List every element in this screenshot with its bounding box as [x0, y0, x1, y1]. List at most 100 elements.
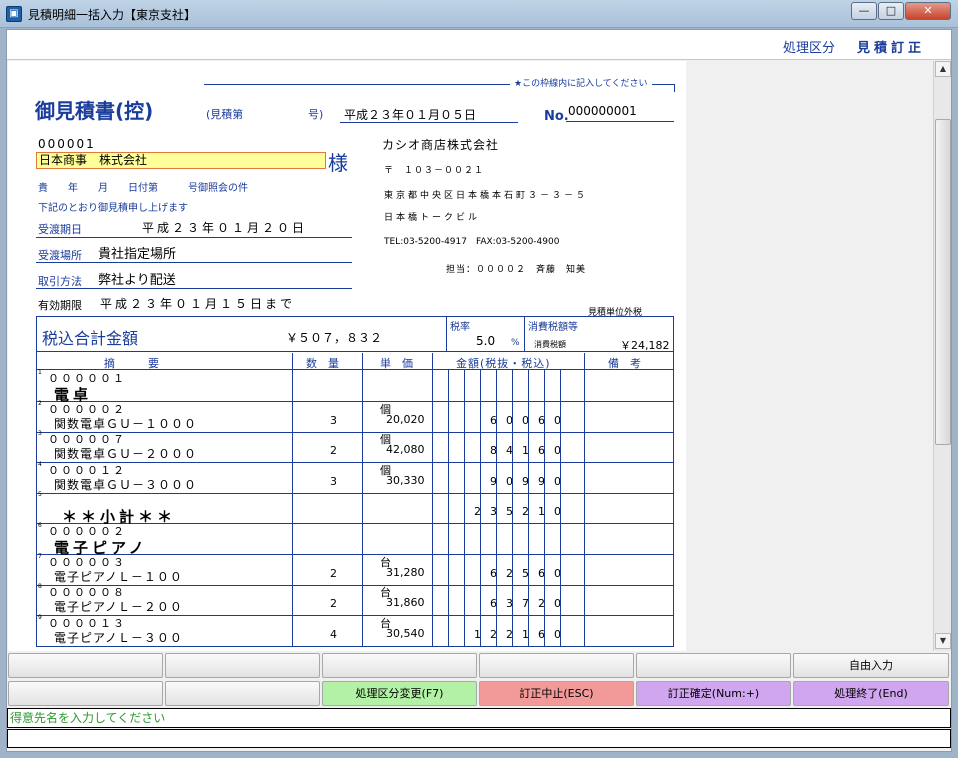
fkey-1-1[interactable] [8, 653, 163, 678]
mode-value: 見積訂正 [857, 41, 926, 56]
total-value: ￥５０７，８３２ [286, 331, 383, 345]
company-address1: 東京都中央区日本橋本石町３－３－５ [384, 191, 589, 201]
column-line [496, 370, 497, 647]
minimize-button[interactable]: — [851, 2, 877, 20]
header-price: 単 価 [380, 357, 413, 370]
row-price[interactable]: 31,860 [386, 596, 425, 609]
change-mode-button[interactable]: 処理区分変更(F7) [322, 681, 477, 706]
valid-value[interactable]: 平成２３年０１月１５日まで [100, 295, 295, 312]
row-item-name[interactable]: 電子ピアノＬ－２００ [54, 598, 183, 615]
window-title: 見積明細一括入力【東京支社】 [28, 8, 197, 22]
maximize-button[interactable]: □ [878, 2, 904, 20]
column-line [512, 370, 513, 647]
sama-label: 様 [328, 151, 348, 175]
row-price[interactable]: 30,330 [386, 474, 425, 487]
customer-code[interactable]: 000001 [38, 137, 96, 151]
tax-label: 消費税額等 [528, 322, 578, 333]
mode-label: 処理区分 [783, 41, 836, 56]
fkey-1-5[interactable] [636, 653, 791, 678]
row-qty[interactable]: 4 [330, 628, 337, 641]
row-qty[interactable]: 2 [330, 597, 337, 610]
row-index: 3 [38, 430, 42, 437]
tax-rate-label: 税率 [450, 322, 470, 333]
fkey-2-1[interactable] [8, 681, 163, 706]
column-line [432, 353, 433, 646]
row-item-name[interactable]: 電子ピアノＬ－１００ [54, 568, 183, 585]
row-price[interactable]: 42,080 [386, 443, 425, 456]
greeting-text: 下記のとおり御見積申し上げます [38, 203, 188, 214]
tax-rate-value[interactable]: 5.0 [476, 334, 495, 348]
row-index: 8 [38, 583, 42, 590]
column-line [544, 370, 545, 647]
column-line [464, 370, 465, 647]
confirm-correction-button[interactable]: 訂正確定(Num:+) [636, 681, 791, 706]
method-label: 取引方法 [38, 275, 82, 288]
close-button[interactable]: ✕ [905, 2, 951, 20]
mode-bar: 処理区分 見積訂正 [7, 30, 951, 60]
fkey-2-2[interactable] [165, 681, 320, 706]
fkey-1-4[interactable] [479, 653, 634, 678]
company-zip: 〒 １０３－００２１ [384, 166, 485, 176]
estimate-number[interactable]: 000000001 [568, 104, 637, 118]
row-qty[interactable]: 3 [330, 475, 337, 488]
estimate-no-prefix: (見積第 [206, 108, 244, 121]
scroll-thumb[interactable] [935, 119, 951, 445]
status-line-2 [7, 729, 951, 748]
header-remarks: 備 考 [608, 357, 641, 370]
column-line [480, 370, 481, 647]
column-line [292, 353, 293, 646]
row-price[interactable]: 30,540 [386, 627, 425, 640]
total-label: 税込合計金額 [42, 329, 139, 348]
row-price[interactable]: 31,280 [386, 566, 425, 579]
column-line [560, 370, 561, 647]
row-index: 5 [38, 491, 42, 498]
row-index: 6 [38, 522, 42, 529]
vertical-scrollbar[interactable]: ▲ ▼ [933, 61, 951, 651]
reference-line: 貴 年 月 日付第 号御照会の件 [38, 183, 248, 194]
row-index: 7 [38, 553, 42, 560]
fkey-1-2[interactable] [165, 653, 320, 678]
row-item-name[interactable]: 関数電卓ＧＵ－２０００ [54, 445, 197, 462]
row-index: 9 [38, 614, 42, 621]
valid-label: 有効期限 [38, 299, 82, 312]
row-index: 1 [38, 369, 42, 376]
place-value[interactable]: 貴社指定場所 [98, 243, 176, 262]
fill-notice: ★この枠線内に記入してください [510, 76, 652, 89]
doc-title: 御見積書(控) [35, 99, 154, 123]
row-item-name[interactable]: 電子ピアノＬ－３００ [54, 629, 183, 646]
company-name: カシオ商店株式会社 [382, 138, 500, 152]
company-address2: 日本橋トークビル [384, 213, 481, 223]
estimate-date[interactable]: 平成２３年０１月０５日 [344, 106, 476, 123]
column-line [528, 370, 529, 647]
customer-name-input[interactable]: 日本商事 株式会社 [36, 152, 326, 169]
delivery-date-value[interactable]: 平成２３年０１月２０日 [142, 219, 307, 236]
scroll-up-arrow[interactable]: ▲ [935, 61, 951, 77]
row-qty[interactable]: 2 [330, 567, 337, 580]
row-qty[interactable]: 3 [330, 414, 337, 427]
company-staff: 担当：００００２ 斉藤 知美 [446, 265, 587, 275]
company-tel-fax: TEL:03-5200-4917 FAX:03-5200-4900 [384, 237, 560, 247]
header-amount: 金額(税抜・税込) [456, 357, 551, 370]
row-item-name[interactable]: 関数電卓ＧＵ－３０００ [54, 476, 197, 493]
row-qty[interactable]: 2 [330, 444, 337, 457]
row-price[interactable]: 20,020 [386, 413, 425, 426]
table-row[interactable] [36, 370, 674, 402]
estimate-sheet: ★この枠線内に記入してください 御見積書(控) (見積第 号) 平成２３年０１月… [8, 61, 686, 651]
status-message: 得意先名を入力してください [7, 708, 951, 728]
tax-sub-label: 消費税額 [534, 340, 566, 349]
header-tekiyo: 摘 要 [104, 357, 159, 370]
main-client: 処理区分 見積訂正 ★この枠線内に記入してください 御見積書(控) (見積第 号… [6, 29, 952, 752]
free-input-button[interactable]: 自由入力 [793, 653, 949, 678]
column-line [362, 353, 363, 646]
row-index: 2 [38, 400, 42, 407]
column-line [584, 353, 585, 646]
end-process-button[interactable]: 処理終了(End) [793, 681, 949, 706]
scroll-down-arrow[interactable]: ▼ [935, 633, 951, 649]
row-item-name[interactable]: 関数電卓ＧＵ－１０００ [54, 415, 197, 432]
row-index: 4 [38, 461, 42, 468]
cancel-correction-button[interactable]: 訂正中止(ESC) [479, 681, 634, 706]
column-line [448, 370, 449, 647]
method-value[interactable]: 弊社より配送 [98, 269, 176, 288]
tax-value: ￥24,182 [620, 339, 670, 352]
fkey-1-3[interactable] [322, 653, 477, 678]
